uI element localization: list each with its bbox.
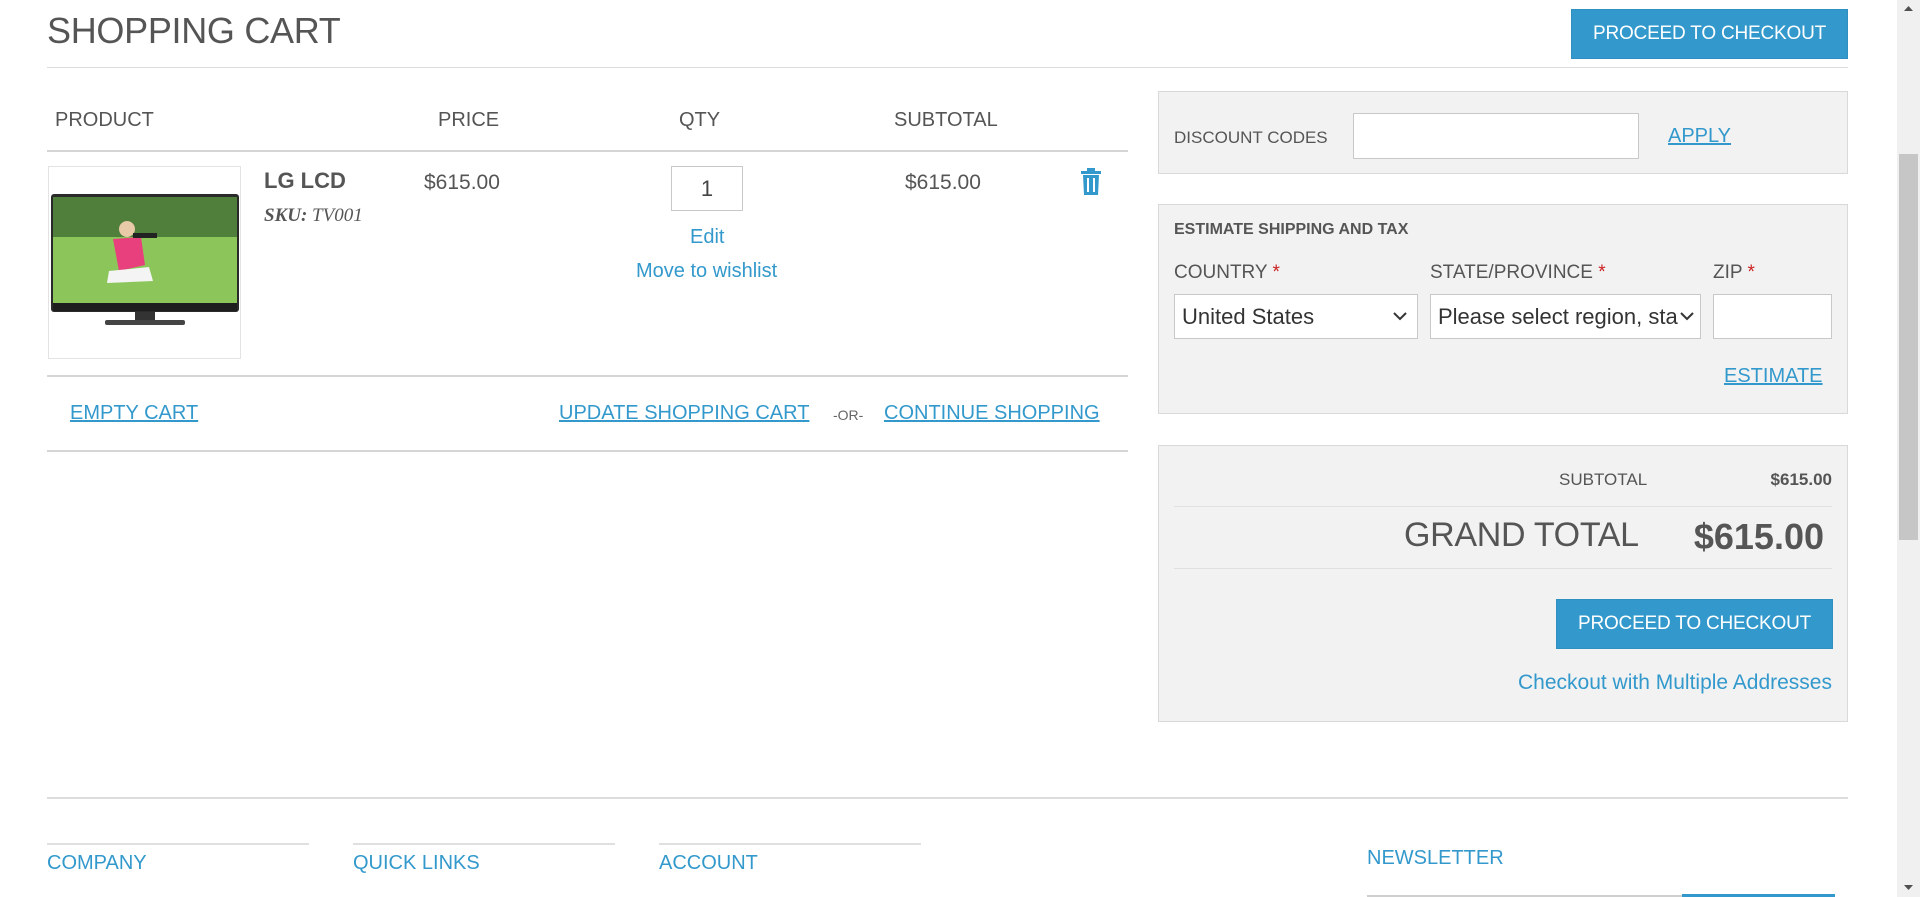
chevron-down-icon [1678,307,1696,325]
actions-divider [47,450,1128,452]
footer-quick-links-heading: QUICK LINKS [353,852,480,874]
discount-code-input[interactable] [1353,113,1639,159]
sku-value: TV001 [312,205,363,226]
edit-link[interactable]: Edit [690,226,724,249]
or-separator: -OR- [833,407,864,423]
discount-panel: DISCOUNT CODES APPLY [1158,91,1848,174]
proceed-to-checkout-top-button[interactable]: PROCEED TO CHECKOUT [1571,9,1848,59]
header-price: PRICE [438,109,500,131]
header-divider [47,150,1128,152]
summary-subtotal-label: SUBTOTAL [1559,470,1648,489]
state-label-text: STATE/PROVINCE [1430,262,1593,283]
zip-label: ZIP * [1713,262,1755,284]
scroll-down-icon[interactable] [1897,879,1920,897]
proceed-to-checkout-button[interactable]: PROCEED TO CHECKOUT [1556,599,1833,649]
footer-quick-links-rule [353,843,615,845]
country-label-text: COUNTRY [1174,262,1268,283]
product-image[interactable] [48,166,241,359]
product-name[interactable]: LG LCD [264,168,346,194]
move-to-wishlist-link[interactable]: Move to wishlist [636,260,777,283]
footer-company-heading: COMPANY [47,852,147,874]
footer-newsletter-heading: NEWSLETTER [1367,847,1504,869]
continue-shopping-link[interactable]: CONTINUE SHOPPING [884,402,1100,425]
empty-cart-link[interactable]: EMPTY CART [70,402,198,425]
required-mark: * [1747,262,1755,283]
header-qty: QTY [679,109,721,131]
state-select[interactable]: Please select region, state or province [1430,294,1701,339]
qty-input[interactable]: 1 [671,166,743,211]
country-label: COUNTRY * [1174,262,1280,284]
scrollbar-thumb[interactable] [1899,154,1918,540]
page-title: SHOPPING CART [47,10,341,51]
state-select-value: Please select region, state or province [1438,304,1700,329]
country-select[interactable]: United States [1174,294,1418,339]
page: SHOPPING CART PROCEED TO CHECKOUT PRODUC… [0,0,1897,897]
checkout-multiple-addresses-link[interactable]: Checkout with Multiple Addresses [1518,671,1832,695]
scroll-up-icon[interactable] [1897,0,1920,18]
tv-image [51,194,239,325]
product-price: $615.00 [424,171,500,194]
title-divider [47,67,1848,68]
grand-total-value: $615.00 [1693,516,1824,557]
sku-label: SKU: [264,205,308,226]
apply-discount-link[interactable]: APPLY [1668,125,1731,148]
estimate-link[interactable]: ESTIMATE [1724,365,1823,388]
footer-divider [47,797,1848,799]
footer-account-heading: ACCOUNT [659,852,758,874]
estimate-shipping-panel: ESTIMATE SHIPPING AND TAX COUNTRY * STAT… [1158,204,1848,414]
item-subtotal: $615.00 [905,171,981,194]
footer-company-rule [47,843,309,845]
state-label: STATE/PROVINCE * [1430,262,1606,284]
discount-label: DISCOUNT CODES [1174,128,1328,147]
estimate-shipping-title: ESTIMATE SHIPPING AND TAX [1174,221,1409,238]
grand-total-label: GRAND TOTAL [1404,516,1639,554]
grand-total-divider [1174,568,1832,569]
footer-account-rule [659,843,921,845]
totals-panel: SUBTOTAL $615.00 GRAND TOTAL $615.00 PRO… [1158,445,1848,722]
required-mark: * [1272,262,1280,283]
update-shopping-cart-link[interactable]: UPDATE SHOPPING CART [559,402,809,425]
zip-input[interactable] [1713,294,1832,339]
summary-divider [1174,506,1832,507]
header-subtotal: SUBTOTAL [894,109,998,131]
trash-icon[interactable] [1080,168,1102,196]
country-select-value: United States [1182,304,1315,329]
required-mark: * [1598,262,1606,283]
zip-label-text: ZIP [1713,262,1743,283]
summary-subtotal-value: $615.00 [1770,470,1832,489]
header-product: PRODUCT [55,109,154,131]
vertical-scrollbar[interactable] [1897,0,1920,897]
row-divider [47,375,1128,377]
product-sku: SKU: TV001 [264,205,363,227]
chevron-down-icon [1391,307,1409,325]
